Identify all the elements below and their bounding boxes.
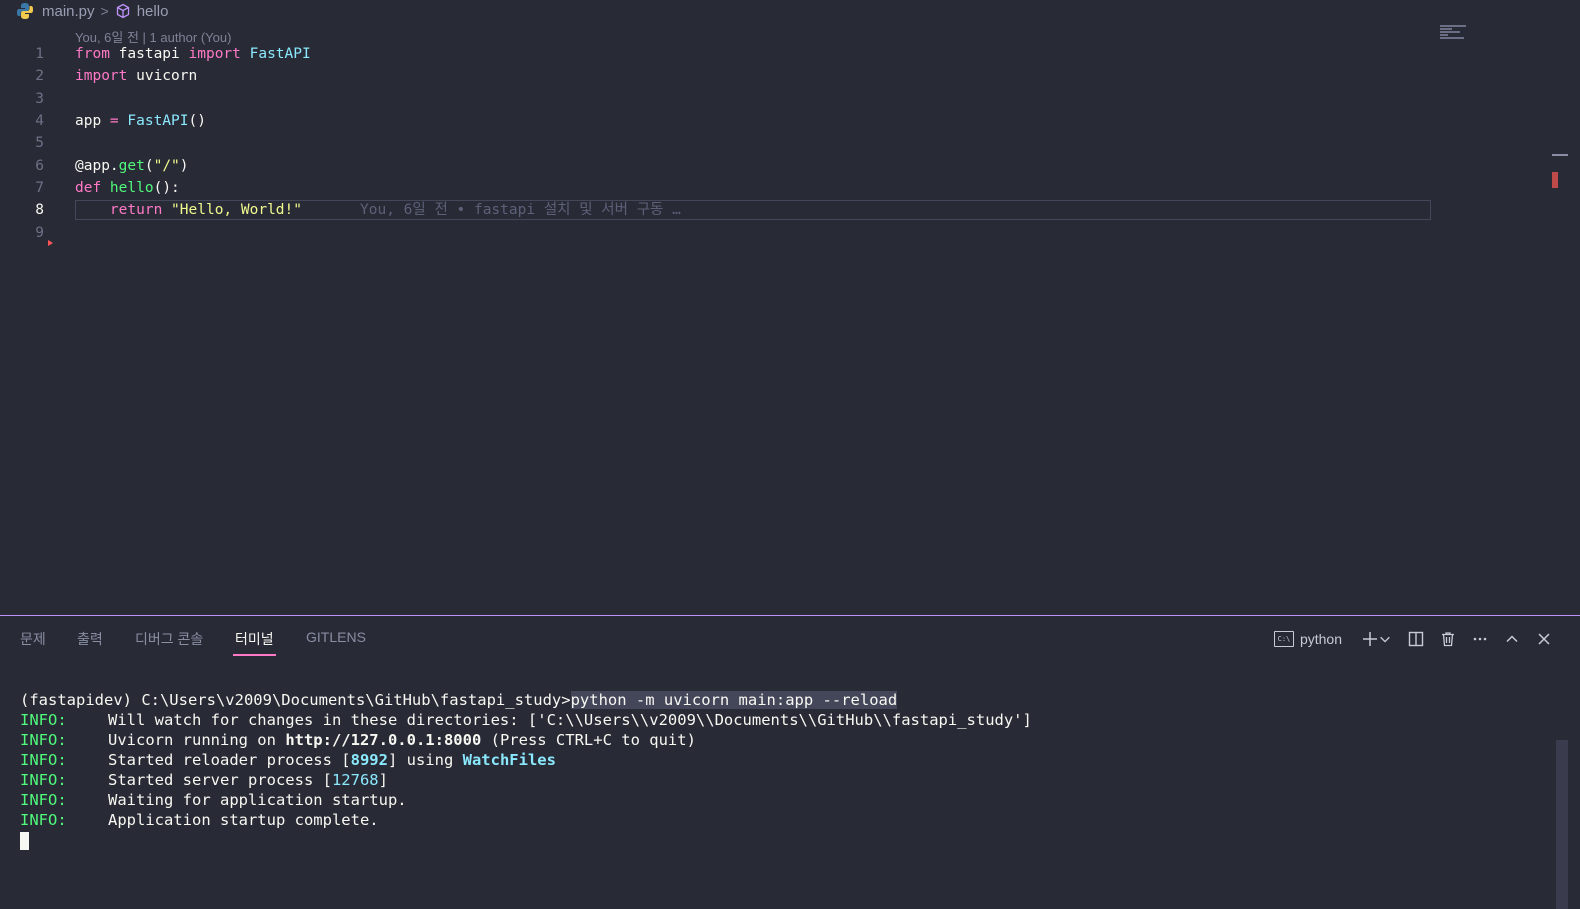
python-file-icon [17,3,33,19]
line-number: 6 [35,158,44,174]
terminal-line: INFO: Uvicorn running on http://127.0.0.1… [20,731,696,749]
split-icon [1408,631,1424,647]
tab-terminal[interactable]: 터미널 [233,629,276,656]
terminal-line: INFO: Waiting for application startup. [20,791,407,809]
code-line-4[interactable]: 4 app = FastAPI() [0,110,1440,132]
tab-gitlens[interactable]: GITLENS [306,629,366,655]
close-panel-button[interactable] [1528,626,1560,652]
line-number: 2 [35,68,44,84]
close-icon [1538,633,1550,645]
terminal-selector[interactable]: C:\ python [1273,631,1342,647]
terminal-dropdown-button[interactable] [1378,626,1392,652]
maximize-panel-button[interactable] [1496,626,1528,652]
tab-output[interactable]: 출력 [77,629,103,655]
method-cube-icon [116,3,129,19]
minimap[interactable] [1440,24,1470,44]
breadcrumb-separator: > [100,3,109,19]
breadcrumb-file[interactable]: main.py [42,3,95,20]
terminal-command-line: (fastapidev) C:\Users\v2009\Documents\Gi… [20,691,898,709]
plus-icon [1363,632,1377,646]
tab-problems[interactable]: 문제 [20,629,46,655]
code-line-1[interactable]: 1 from fastapi import FastAPI [0,43,1440,65]
panel-actions: C:\ python [1273,626,1560,652]
code-line-6[interactable]: 6 @app.get("/") [0,155,1440,177]
code-editor[interactable]: You, 6일 전 | 1 author (You) 1 from fastap… [0,22,1580,615]
terminal-cmd-icon: C:\ [1273,631,1294,647]
terminal-command: python -m uvicorn main:app --reload [570,691,898,709]
terminal-input-line[interactable] [20,830,1550,850]
terminal-line: INFO: Application startup complete. [20,811,379,829]
code-line-3[interactable]: 3 [0,88,1440,110]
line-number: 9 [35,225,44,241]
change-marker-icon [48,240,53,246]
ellipsis-icon [1473,637,1487,641]
breadcrumb-symbol[interactable]: hello [137,3,169,20]
code-line-7[interactable]: 7 def hello(): [0,177,1440,199]
line-number: 5 [35,135,44,151]
line-number: 3 [35,91,44,107]
line-number: 4 [35,113,44,129]
terminal-line: INFO: Started reloader process [8992] usi… [20,751,556,769]
terminal-line: INFO: Started server process [12768] [20,771,388,789]
code-line-5[interactable]: 5 [0,132,1440,154]
terminal-scrollbar[interactable] [1556,740,1568,909]
more-actions-button[interactable] [1464,626,1496,652]
terminal-cursor [20,831,29,850]
terminal-line: INFO: Will watch for changes in these dir… [20,711,1032,729]
trash-icon [1442,632,1454,647]
scrollbar-change-mark [1552,172,1558,188]
line-number: 1 [35,46,44,62]
terminal-name: python [1299,631,1342,647]
chevron-up-icon [1506,635,1518,643]
chevron-down-icon [1380,636,1390,643]
code-line-8[interactable]: 8 return "Hello, World!" You, 6일 전 • fast… [0,199,1440,221]
split-terminal-button[interactable] [1400,626,1432,652]
terminal-output[interactable]: (fastapidev) C:\Users\v2009\Documents\Gi… [20,690,1550,850]
editor-scrollbar[interactable] [1552,22,1568,615]
tab-debug-console[interactable]: 디버그 콘솔 [135,629,203,655]
line-number: 7 [35,180,44,196]
code-line-9[interactable]: 9 [0,222,1440,244]
breadcrumb: main.py > hello [0,0,1580,22]
scrollbar-cursor-mark [1552,154,1568,156]
code-line-2[interactable]: 2 import uvicorn [0,65,1440,87]
line-number-active: 8 [35,202,44,218]
inline-blame[interactable]: You, 6일 전 • fastapi 설치 및 서버 구동 … [360,202,681,218]
server-url[interactable]: http://127.0.0.1:8000 [285,731,481,749]
kill-terminal-button[interactable] [1432,626,1464,652]
